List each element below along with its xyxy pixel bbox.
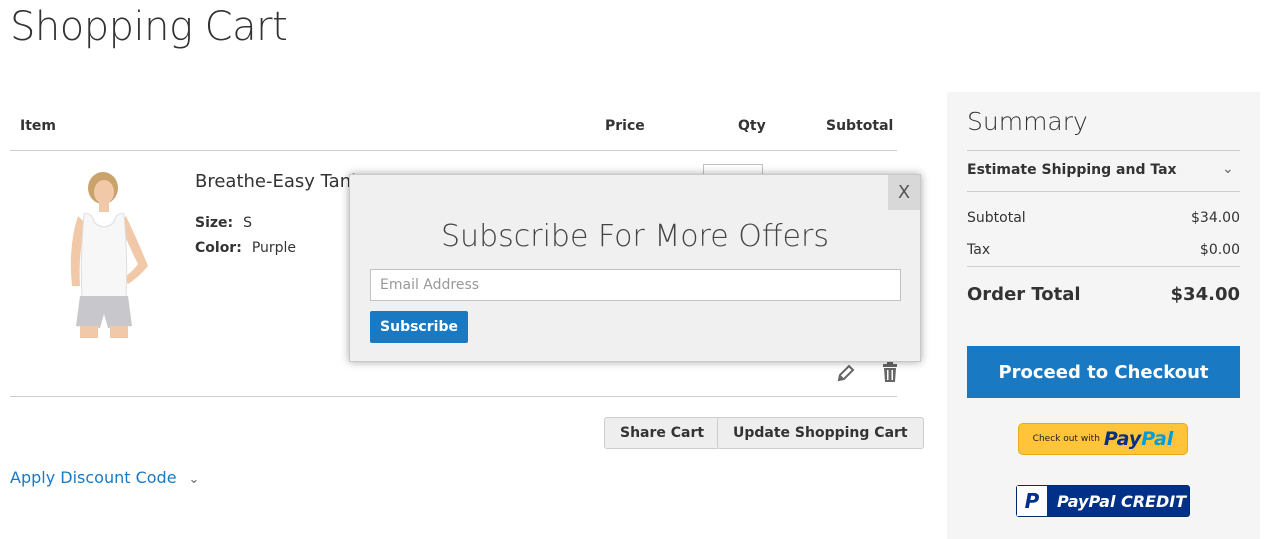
tax-label: Tax	[967, 242, 991, 258]
product-photo-icon	[70, 172, 148, 338]
order-total-label: Order Total	[967, 284, 1081, 305]
tax-value: $0.00	[1199, 242, 1240, 258]
subtotal-row: Subtotal $34.00	[967, 210, 1240, 226]
paypal-checkout-button[interactable]: Check out with Pay Pal	[1018, 423, 1188, 455]
paypal-logo-pal: Pal	[1141, 428, 1174, 450]
column-header-qty: Qty	[738, 118, 766, 134]
email-field[interactable]	[370, 269, 901, 301]
paypal-credit-label: PayPal CREDIT	[1057, 491, 1187, 511]
paypal-credit-button[interactable]: P PayPal CREDIT	[1016, 485, 1190, 517]
paypal-prefix: Check out with	[1032, 434, 1100, 444]
apply-discount-toggle[interactable]: Apply Discount Code ⌄	[10, 468, 199, 487]
option-value: Purple	[251, 240, 297, 256]
estimate-shipping-toggle[interactable]: Estimate Shipping and Tax	[967, 162, 1177, 178]
modal-title: Subscribe For More Offers	[441, 219, 829, 254]
summary-panel: Summary Estimate Shipping and Tax ⌄ Subt…	[947, 92, 1260, 539]
subtotal-value: $34.00	[1191, 210, 1240, 226]
subtotal-label: Subtotal	[967, 210, 1026, 226]
divider	[967, 191, 1240, 192]
divider	[967, 266, 1240, 267]
subscribe-button[interactable]: Subscribe	[370, 311, 468, 343]
share-cart-button[interactable]: Share Cart	[604, 417, 721, 449]
column-header-item: Item	[20, 118, 56, 134]
remove-item-button[interactable]	[880, 361, 902, 383]
pencil-icon	[837, 364, 855, 382]
proceed-to-checkout-button[interactable]: Proceed to Checkout	[967, 346, 1240, 398]
cart-table-header: Item Price Qty Subtotal	[10, 108, 897, 151]
tax-row: Tax $0.00	[967, 242, 1240, 258]
summary-title: Summary	[967, 107, 1088, 136]
product-option-size: Size: S	[195, 215, 252, 231]
option-value: S	[243, 215, 253, 231]
order-total-row: Order Total $34.00	[967, 284, 1240, 305]
option-label: Color:	[195, 240, 242, 256]
trash-icon	[883, 361, 898, 382]
modal-close-button[interactable]: X	[888, 175, 920, 210]
row-divider	[10, 396, 897, 397]
edit-item-button[interactable]	[836, 363, 858, 385]
paypal-logo-pay: Pay	[1103, 428, 1142, 450]
column-header-subtotal: Subtotal	[826, 118, 894, 134]
product-name-link[interactable]: Breathe-Easy Tank	[195, 171, 362, 192]
discount-label: Apply Discount Code	[10, 468, 177, 487]
column-header-price: Price	[605, 118, 645, 134]
subscribe-modal: X Subscribe For More Offers Subscribe	[349, 174, 921, 362]
option-label: Size:	[195, 215, 234, 231]
chevron-down-icon: ⌄	[188, 472, 200, 487]
item-actions	[836, 361, 919, 387]
order-total-value: $34.00	[1170, 284, 1240, 305]
divider	[967, 150, 1240, 151]
product-image[interactable]	[28, 166, 162, 338]
update-cart-button[interactable]: Update Shopping Cart	[717, 417, 924, 449]
paypal-p-icon: P	[1017, 486, 1047, 516]
page-title: Shopping Cart	[10, 4, 288, 50]
product-option-color: Color: Purple	[195, 240, 296, 256]
chevron-down-icon[interactable]: ⌄	[1222, 161, 1234, 177]
